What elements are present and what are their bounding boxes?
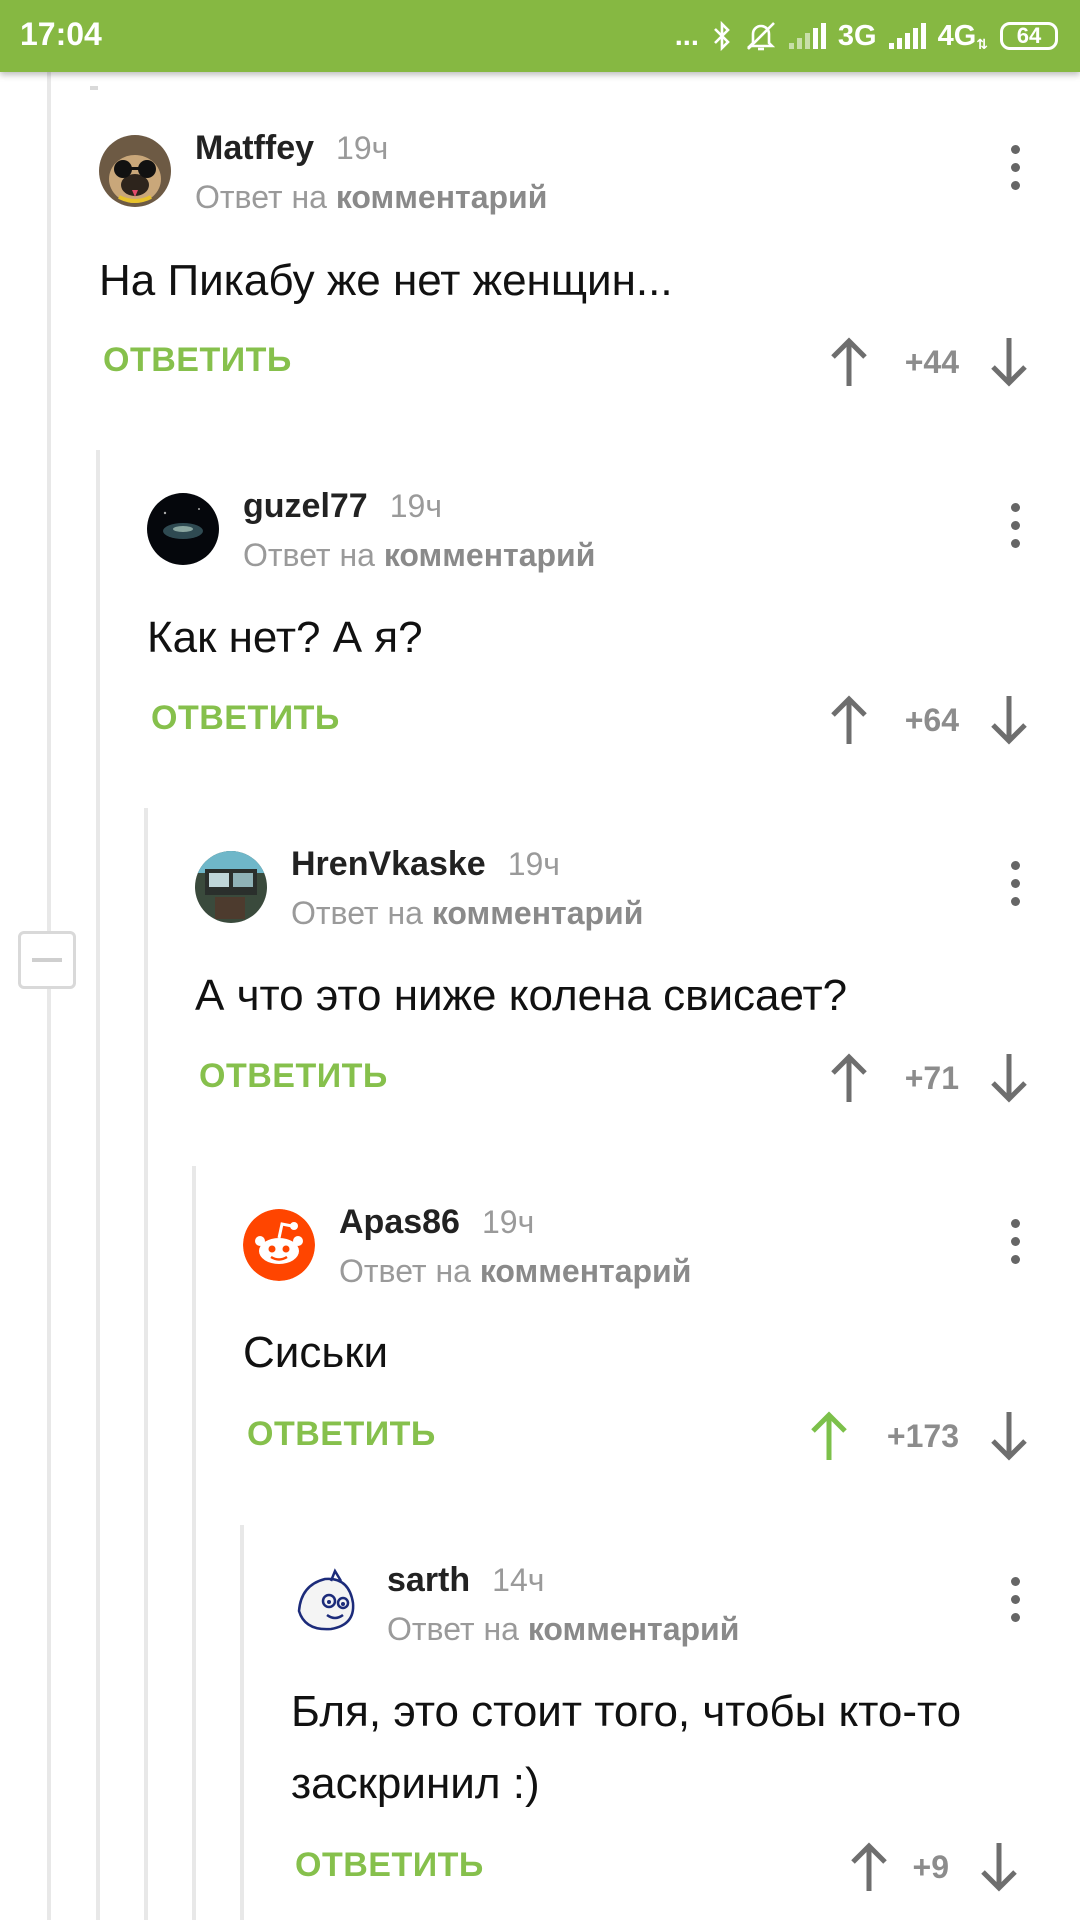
avatar[interactable] xyxy=(243,1209,315,1281)
vote-score: +71 xyxy=(904,1059,959,1096)
photo-avatar-icon xyxy=(195,851,267,923)
reply-button[interactable]: ОТВЕТИТЬ xyxy=(247,1415,436,1454)
signal-1-icon xyxy=(788,23,826,49)
comment-text: Как нет? А я? xyxy=(147,613,423,662)
comment: Matffey 19ч Ответ на комментарий На Пикаб… xyxy=(99,129,1080,395)
vote-score: +9 xyxy=(912,1848,949,1885)
collapse-thread-button[interactable] xyxy=(18,931,76,989)
signal-2-icon xyxy=(888,23,926,49)
vote-score: +64 xyxy=(904,701,959,738)
status-time: 17:04 xyxy=(20,16,102,52)
network-2-label: 4G⇅ xyxy=(937,19,988,52)
downvote-arrow-icon[interactable] xyxy=(989,1410,1029,1462)
comment-text: Сиськи xyxy=(243,1328,389,1377)
comment-text: Бля, это стоит того, чтобы кто-то заскри… xyxy=(291,1676,961,1820)
thread-line-level-3 xyxy=(192,1166,196,1920)
avatar[interactable] xyxy=(99,135,171,207)
avatar[interactable] xyxy=(195,851,267,923)
network-1-label: 3G xyxy=(837,19,877,52)
thread-line-stub xyxy=(90,86,98,90)
comment-text: А что это ниже колена свисает? xyxy=(195,971,848,1020)
pug-avatar-icon xyxy=(99,135,171,207)
more-options-icon[interactable] xyxy=(1010,1217,1020,1267)
thread-line-level-2 xyxy=(144,808,148,1920)
author-name[interactable]: guzel77 19ч xyxy=(243,487,442,526)
status-bar: 17:04 ... 3G 4G⇅ 64 xyxy=(0,0,1080,72)
more-options-icon[interactable] xyxy=(1010,143,1020,193)
reply-to-label[interactable]: Ответ на комментарий xyxy=(387,1611,739,1648)
more-options-icon[interactable] xyxy=(1010,859,1020,909)
vote-controls: +71 xyxy=(829,1048,1029,1108)
downvote-arrow-icon[interactable] xyxy=(989,336,1029,388)
vote-controls: +9 xyxy=(849,1837,1019,1897)
comment-time: 19ч xyxy=(507,846,560,882)
battery-icon: 64 xyxy=(1000,22,1058,50)
comment: sarth 14ч Ответ на комментарий Бля, это с… xyxy=(291,1561,1080,1920)
reply-to-label[interactable]: Ответ на комментарий xyxy=(291,895,643,932)
upvote-arrow-icon[interactable] xyxy=(829,336,869,388)
comment-time: 19ч xyxy=(336,130,389,166)
comment: HrenVkaske 19ч Ответ на комментарий А что… xyxy=(195,845,1080,1111)
downvote-arrow-icon[interactable] xyxy=(989,1052,1029,1104)
cartoon-cat-avatar-icon xyxy=(291,1567,363,1639)
comment: Apas86 19ч Ответ на комментарий Сиськи ОТ… xyxy=(243,1203,1080,1469)
reddit-alien-avatar-icon xyxy=(243,1209,315,1281)
vote-controls: +173 xyxy=(809,1406,1029,1466)
upvote-arrow-icon[interactable] xyxy=(849,1841,889,1893)
vote-controls: +64 xyxy=(829,690,1029,750)
notification-dots-icon: ... xyxy=(674,19,699,52)
comment-time: 19ч xyxy=(389,488,442,524)
reply-button[interactable]: ОТВЕТИТЬ xyxy=(199,1057,388,1096)
comment: guzel77 19ч Ответ на комментарий Как нет?… xyxy=(147,487,1080,753)
avatar[interactable] xyxy=(147,493,219,565)
bluetooth-icon xyxy=(713,21,730,51)
comment-text-line: заскринил :) xyxy=(291,1759,540,1808)
author-name[interactable]: Matffey 19ч xyxy=(195,129,388,168)
reply-button[interactable]: ОТВЕТИТЬ xyxy=(151,699,340,738)
reply-to-label[interactable]: Ответ на комментарий xyxy=(339,1253,691,1290)
vote-controls: +44 xyxy=(829,332,1029,392)
reply-to-label[interactable]: Ответ на комментарий xyxy=(195,179,547,216)
upvote-arrow-icon[interactable] xyxy=(829,1052,869,1104)
thread-line-level-0 xyxy=(47,72,51,1920)
upvote-arrow-icon[interactable] xyxy=(809,1410,849,1462)
upvote-arrow-icon[interactable] xyxy=(829,694,869,746)
reply-to-label[interactable]: Ответ на комментарий xyxy=(243,537,595,574)
avatar[interactable] xyxy=(291,1567,363,1639)
more-options-icon[interactable] xyxy=(1010,501,1020,551)
downvote-arrow-icon[interactable] xyxy=(979,1841,1019,1893)
comment-text-line: Бля, это стоит того, чтобы кто-то xyxy=(291,1687,962,1736)
comment-text: На Пикабу же нет женщин... xyxy=(99,256,673,305)
reply-button[interactable]: ОТВЕТИТЬ xyxy=(295,1846,484,1885)
reply-button[interactable]: ОТВЕТИТЬ xyxy=(103,341,292,380)
downvote-arrow-icon[interactable] xyxy=(989,694,1029,746)
thread-line-level-1 xyxy=(96,450,100,1920)
comment-time: 19ч xyxy=(481,1204,535,1240)
mute-bell-icon xyxy=(746,22,776,51)
more-options-icon[interactable] xyxy=(1010,1575,1020,1625)
vote-score: +44 xyxy=(904,343,959,380)
author-name[interactable]: HrenVkaske 19ч xyxy=(291,845,560,884)
vote-score: +173 xyxy=(886,1417,959,1454)
thread-line-level-4 xyxy=(240,1525,244,1920)
night-sky-avatar-icon xyxy=(147,493,219,565)
author-name[interactable]: sarth 14ч xyxy=(387,1561,544,1600)
author-name[interactable]: Apas86 19ч xyxy=(339,1203,534,1242)
status-icons: ... 3G 4G⇅ 64 xyxy=(675,14,1058,58)
comment-time: 14ч xyxy=(492,1562,545,1598)
